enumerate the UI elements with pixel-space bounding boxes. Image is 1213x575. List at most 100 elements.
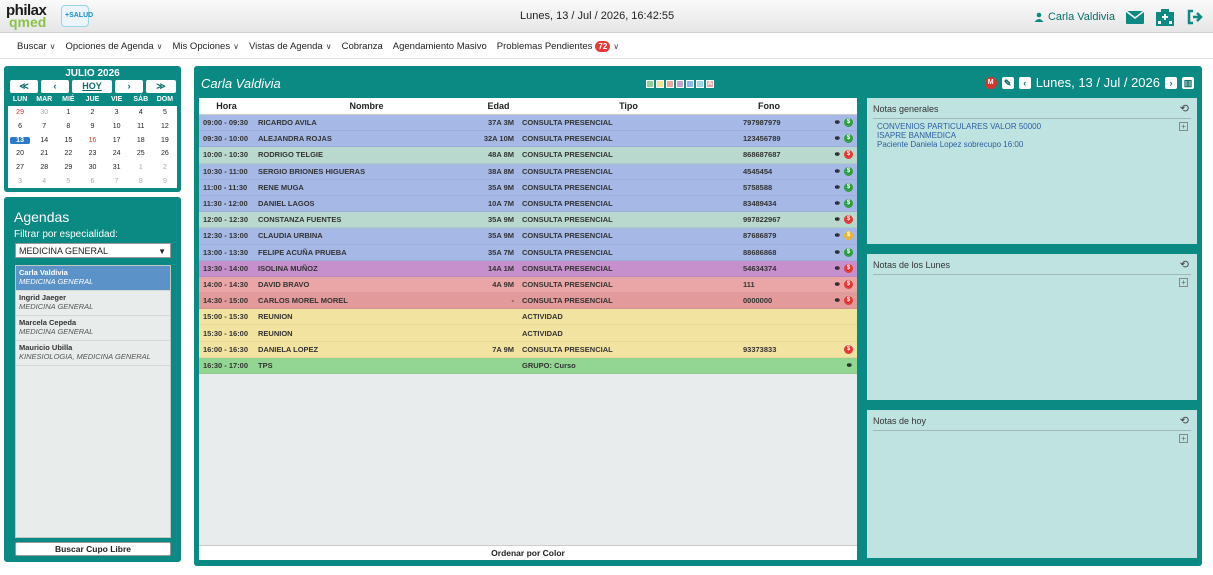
calendar-day[interactable]: 8	[129, 178, 153, 185]
calendar-day[interactable]: 18	[129, 137, 153, 144]
payment-status-icon[interactable]: $	[844, 150, 853, 160]
expand-icon[interactable]: +	[1179, 434, 1188, 443]
appointment-row[interactable]: 16:00 - 16:30 DANIELA LOPEZ 7A 9M CONSULTA …	[199, 341, 857, 358]
payment-status-icon[interactable]: $	[844, 296, 853, 306]
appointment-row[interactable]: 12:30 - 13:00 CLAUDIA URBINA 35A 9M CONSULT…	[199, 228, 857, 245]
payment-status-icon[interactable]: $	[844, 199, 853, 209]
general-notes-body[interactable]: CONVENIOS PARTICULARES VALOR 50000 ISAPR…	[877, 122, 1041, 149]
appointment-row[interactable]: 16:30 - 17:00 TPS GRUPO: Curso ⚭	[199, 357, 857, 374]
payment-status-icon[interactable]: $	[844, 279, 853, 289]
menu-item[interactable]: Vistas de Agenda ∨	[244, 41, 337, 52]
col-tipo[interactable]: Tipo	[518, 98, 739, 114]
user-menu[interactable]: Carla Valdivia	[1034, 11, 1115, 23]
payment-status-icon[interactable]: $	[844, 231, 853, 241]
clinic-icon[interactable]	[1155, 8, 1175, 26]
link-icon[interactable]: ⚭	[833, 247, 841, 258]
history-icon[interactable]: ⟲	[1180, 102, 1189, 115]
calendar-day[interactable]: 4	[129, 109, 153, 116]
link-icon[interactable]: ⚭	[833, 166, 841, 177]
calendar-view-icon[interactable]: ▥	[1182, 76, 1194, 89]
appointment-row[interactable]: 09:30 - 10:00 ALEJANDRA ROJAS 32A 10M CONSU…	[199, 131, 857, 148]
appointment-row[interactable]: 15:00 - 15:30 REUNION ACTIVIDAD	[199, 309, 857, 326]
col-fono[interactable]: Fono	[739, 98, 799, 114]
calendar-day[interactable]: 21	[32, 150, 56, 157]
calendar-day[interactable]: 25	[129, 150, 153, 157]
calendar-day[interactable]: 17	[105, 137, 129, 144]
link-icon[interactable]: ⚭	[833, 182, 841, 193]
appointment-row[interactable]: 11:30 - 12:00 DANIEL LAGOS 10A 7M CONSULTA …	[199, 195, 857, 213]
specialty-select[interactable]: MEDICINA GENERAL ▼	[15, 243, 171, 258]
calendar-day[interactable]: 16	[80, 137, 104, 144]
calendar-day[interactable]: 6	[8, 123, 32, 130]
calendar-day[interactable]: 15	[56, 137, 80, 144]
menu-item[interactable]: Mis Opciones ∨	[168, 41, 244, 52]
link-icon[interactable]: ⚭	[833, 133, 841, 144]
color-swatch[interactable]	[646, 80, 654, 88]
link-icon[interactable]: ⚭	[833, 149, 841, 160]
link-icon[interactable]: ⚭	[845, 360, 853, 371]
payment-status-icon[interactable]: $	[844, 182, 853, 192]
calendar-day[interactable]: 3	[8, 178, 32, 185]
calendar-day[interactable]: 5	[56, 178, 80, 185]
sort-by-color-button[interactable]: Ordenar por Color	[199, 545, 857, 560]
color-swatch[interactable]	[696, 80, 704, 88]
calendar-day[interactable]: 11	[129, 123, 153, 130]
appointment-row[interactable]: 09:00 - 09:30 RICARDO AVILA 37A 3M CONSULTA…	[199, 115, 857, 132]
history-icon[interactable]: ⟲	[1180, 414, 1189, 427]
link-icon[interactable]: ⚭	[833, 117, 841, 128]
calendar-day[interactable]: 29	[56, 164, 80, 171]
expand-icon[interactable]: +	[1179, 122, 1188, 131]
calendar-day[interactable]: 31	[105, 164, 129, 171]
appointment-row[interactable]: 13:30 - 14:00 ISOLINA MUÑOZ 14A 1M CONSULTA…	[199, 260, 857, 277]
prev-month-button[interactable]: ‹	[41, 80, 69, 93]
calendar-day[interactable]: 6	[80, 178, 104, 185]
calendar-day[interactable]: 9	[153, 178, 177, 185]
color-swatch[interactable]	[686, 80, 694, 88]
link-icon[interactable]: ⚭	[833, 230, 841, 241]
appointment-row[interactable]: 10:30 - 11:00 SERGIO BRIONES HIGUERAS 38A …	[199, 163, 857, 180]
menu-item[interactable]: Cobranza	[337, 41, 388, 52]
calendar-day[interactable]: 1	[56, 109, 80, 116]
calendar-day[interactable]: 22	[56, 150, 80, 157]
calendar-day[interactable]: 9	[80, 123, 104, 130]
link-icon[interactable]: ⚭	[833, 279, 841, 290]
calendar-day[interactable]: 5	[153, 109, 177, 116]
next-day-button[interactable]: ›	[1165, 76, 1177, 89]
history-icon[interactable]: ⟲	[1180, 258, 1189, 271]
color-swatch[interactable]	[656, 80, 664, 88]
appointment-row[interactable]: 12:00 - 12:30 CONSTANZA FUENTES 35A 9M CONS…	[199, 212, 857, 229]
calendar-day[interactable]: 23	[80, 150, 104, 157]
logout-icon[interactable]	[1185, 8, 1205, 26]
calendar-day[interactable]: 14	[32, 137, 56, 144]
link-icon[interactable]: ⚭	[833, 295, 841, 306]
calendar-day[interactable]: 30	[32, 109, 56, 116]
calendar-day[interactable]: 26	[153, 150, 177, 157]
calendar-day[interactable]: 1	[129, 164, 153, 171]
link-icon[interactable]: ⚭	[833, 198, 841, 209]
calendar-day[interactable]: 28	[32, 164, 56, 171]
prev-year-button[interactable]: ≪	[10, 80, 38, 93]
agenda-item[interactable]: Marcela Cepeda MEDICINA GENERAL	[16, 316, 170, 341]
payment-status-icon[interactable]: $	[844, 263, 853, 273]
mail-icon[interactable]	[1125, 8, 1145, 26]
payment-status-icon[interactable]: $	[844, 166, 853, 176]
col-edad[interactable]: Edad	[479, 98, 518, 114]
color-swatch[interactable]	[666, 80, 674, 88]
color-swatch[interactable]	[676, 80, 684, 88]
today-button[interactable]: HOY	[72, 80, 112, 93]
agenda-item[interactable]: Ingrid Jaeger MEDICINA GENERAL	[16, 291, 170, 316]
calendar-day[interactable]: 29	[8, 109, 32, 116]
appointment-row[interactable]: 15:30 - 16:00 REUNION ACTIVIDAD	[199, 325, 857, 342]
next-month-button[interactable]: ›	[115, 80, 143, 93]
calendar-day[interactable]: 8	[56, 123, 80, 130]
philax-logo[interactable]: philax qmed	[6, 2, 58, 30]
calendar-day[interactable]: 12	[153, 123, 177, 130]
calendar-day[interactable]: 30	[80, 164, 104, 171]
calendar-day[interactable]: 27	[8, 164, 32, 171]
appointment-row[interactable]: 13:00 - 13:30 FELIPE ACUÑA PRUEBA 35A 7M CO…	[199, 244, 857, 261]
next-year-button[interactable]: ≫	[146, 80, 176, 93]
search-free-slot-button[interactable]: Buscar Cupo Libre	[15, 542, 171, 556]
payment-status-icon[interactable]: $	[844, 344, 853, 354]
calendar-day[interactable]: 2	[153, 164, 177, 171]
calendar-day[interactable]: 10	[105, 123, 129, 130]
